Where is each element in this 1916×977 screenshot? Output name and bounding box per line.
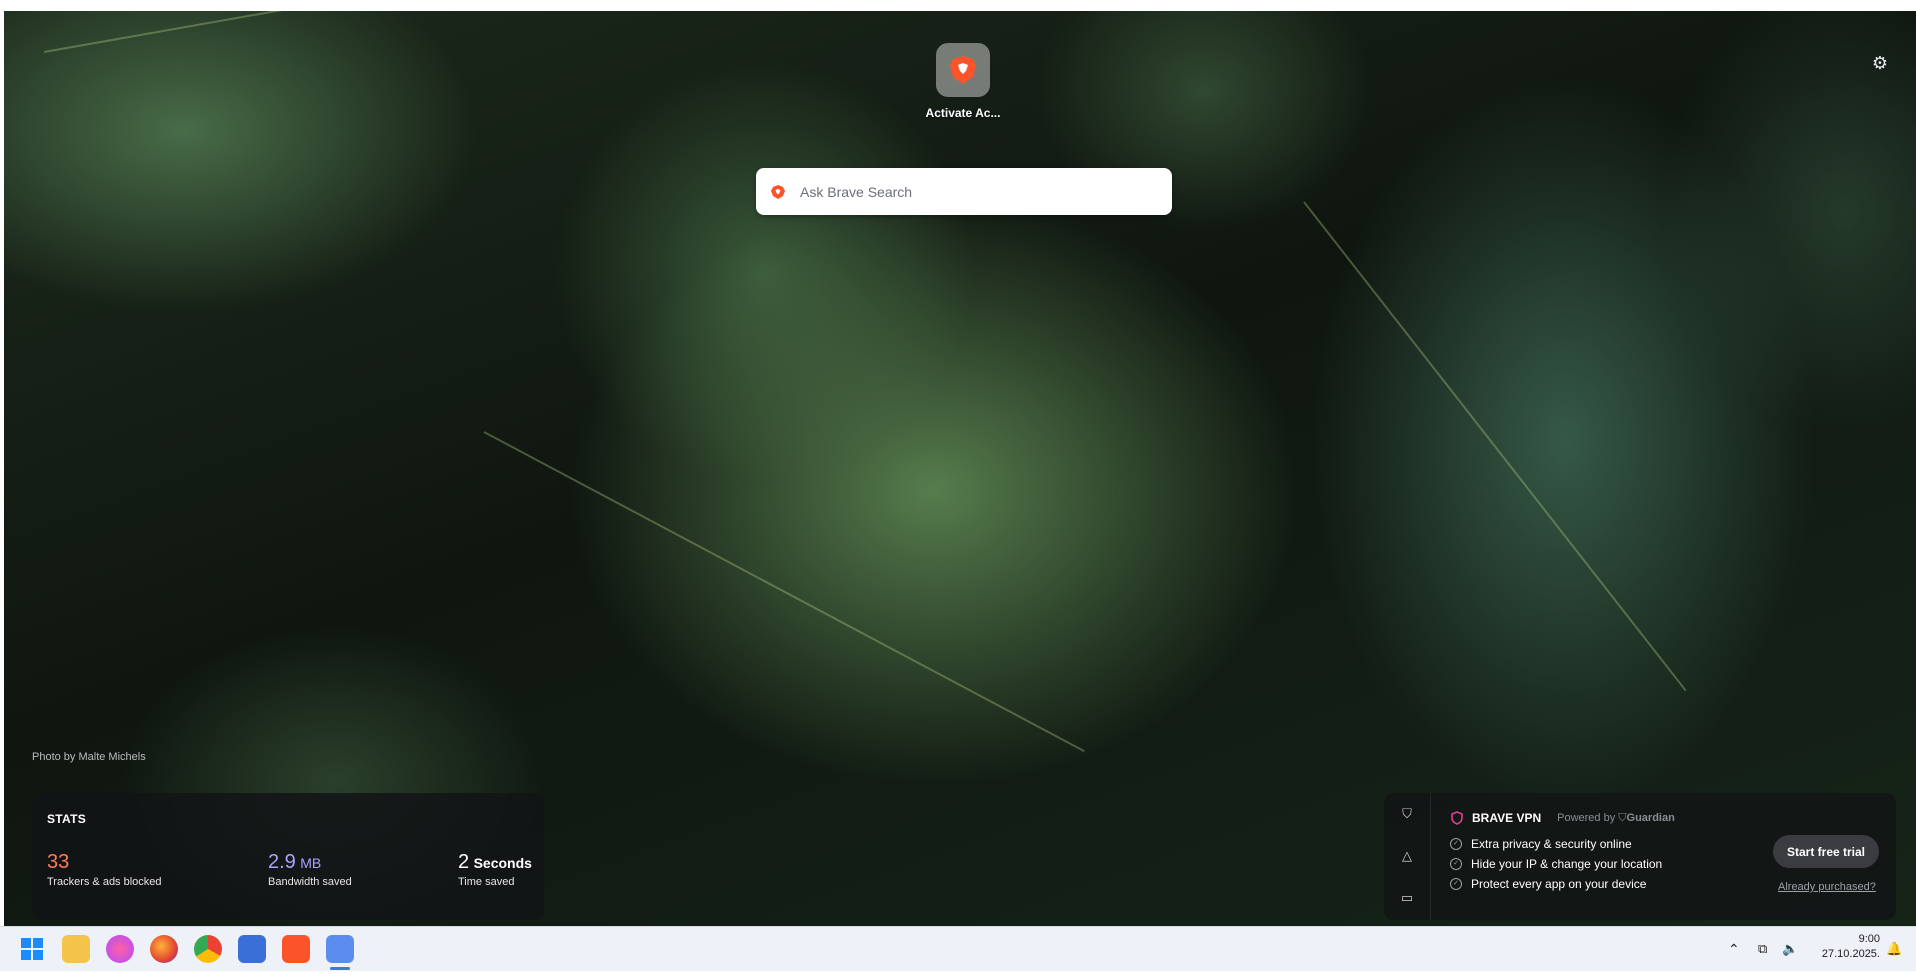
windows-start-icon[interactable] [18,935,46,963]
settings-gear-icon[interactable]: ⚙ [1870,53,1890,73]
stats-title: STATS [47,812,87,826]
notification-bell-icon[interactable]: 🔔 [1886,927,1902,971]
start-free-trial-button[interactable]: Start free trial [1773,835,1879,868]
brave-search-icon [771,184,785,199]
remote-desktop-icon[interactable] [238,935,266,963]
photo-credit[interactable]: Photo by Malte Michels [32,751,146,763]
vpn-header: BRAVE VPN Powered by ⛉Guardian [1450,811,1675,825]
vpn-logo-icon [1451,811,1463,825]
stat-bandwidth: 2.9 MB Bandwidth saved [268,851,352,888]
time-label: Time saved [458,876,515,888]
time-unit: Seconds [473,855,532,871]
stat-time: 2 Seconds Time saved [458,851,532,888]
volume-icon[interactable]: 🔈 [1782,927,1798,971]
clock-time: 9:00 [1858,933,1880,945]
bandwidth-label: Bandwidth saved [268,876,352,888]
chrome-icon[interactable] [194,935,222,963]
top-site-activate[interactable]: Activate Ac... [926,43,1000,120]
stat-trackers: 33 Trackers & ads blocked [47,851,162,888]
search-placeholder: Ask Brave Search [800,183,913,200]
rewards-triangle-icon[interactable]: △ [1399,848,1415,864]
check-icon: ✓ [1450,878,1462,890]
vpn-powered-by: Powered by ⛉Guardian [1557,811,1675,824]
check-icon: ✓ [1450,858,1462,870]
check-icon: ✓ [1450,838,1462,850]
talk-camera-icon[interactable]: ▭ [1399,890,1415,906]
vpn-brand: BRAVE VPN [1472,811,1542,825]
guardian-shield-icon: ⛉ [1618,811,1627,824]
firefox-icon[interactable] [150,935,178,963]
clock-date: 27.10.2025. [1821,948,1880,960]
windows-taskbar: ⌃ ⧉ 🔈 9:00 27.10.2025. 🔔 [0,926,1916,971]
already-purchased-link[interactable]: Already purchased? [1778,881,1876,893]
brave-browser-icon[interactable] [282,935,310,963]
time-value: 2 [458,851,470,873]
bandwidth-value: 2.9 [268,851,296,873]
vpn-feature: ✓ Extra privacy & security online [1450,837,1632,851]
widget-switcher: ⛉ △ ▭ [1384,793,1431,920]
tray-chevron-icon[interactable]: ⌃ [1728,927,1740,971]
brave-logo-icon [936,43,990,97]
new-tab-background: Activate Ac... Ask Brave Search ⚙ Photo … [4,11,1916,926]
stats-widget: STATS 33 Trackers & ads blocked 2.9 MB B… [32,793,544,920]
vpn-feature: ✓ Hide your IP & change your location [1450,857,1662,871]
brave-beta-icon[interactable] [326,935,354,963]
itunes-icon[interactable] [106,935,134,963]
search-box[interactable]: Ask Brave Search [756,168,1172,215]
trackers-count: 33 [47,851,70,873]
network-icon[interactable]: ⧉ [1758,927,1767,971]
file-explorer-icon[interactable] [62,935,90,963]
bandwidth-unit: MB [300,855,322,871]
top-site-label: Activate Ac... [925,106,1001,120]
vpn-shield-icon[interactable]: ⛉ [1399,806,1415,822]
vpn-widget: ⛉ △ ▭ BRAVE VPN Powered by ⛉Guardian ✓ Ex… [1384,793,1896,920]
trackers-label: Trackers & ads blocked [47,876,162,888]
vpn-feature: ✓ Protect every app on your device [1450,877,1646,891]
